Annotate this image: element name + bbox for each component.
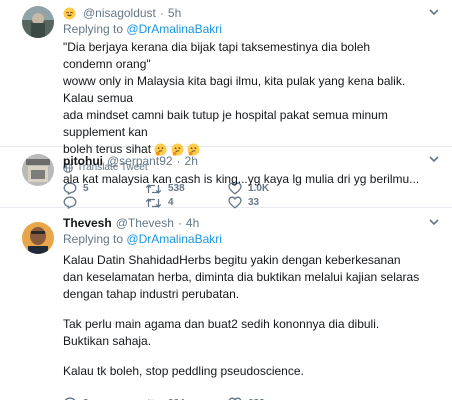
tweet-line: "Dia berjaya kerana dia bijak tapi takse…: [63, 40, 371, 71]
timestamp[interactable]: 4h: [186, 216, 199, 230]
retweet-icon: [145, 197, 162, 208]
chevron-down-icon[interactable]: [428, 6, 440, 18]
tweet-line: woww only in Malaysia kita bagi ilmu, ki…: [63, 74, 406, 105]
separator-dot: ·: [176, 154, 181, 168]
retweet-count: 4: [168, 197, 174, 208]
tweet-2[interactable]: pitohui @serpant92 · 2h ala kat malaysia…: [0, 147, 452, 209]
tweet-line: ada mindset camni baik tutup je hospital…: [63, 108, 388, 139]
chevron-down-icon[interactable]: [428, 216, 440, 228]
tweet-header: pitohui @serpant92 · 2h: [63, 154, 422, 168]
display-name[interactable]: pitohui: [63, 154, 103, 168]
user-handle[interactable]: @Thevesh: [116, 216, 174, 230]
separator-dot: ·: [177, 216, 182, 230]
mention-link[interactable]: @DrAmalinaBakri: [126, 232, 222, 246]
smiley-emoji-icon: [63, 6, 76, 20]
tweet-paragraph: Kalau Datin ShahidadHerbs begitu yakin d…: [63, 253, 420, 301]
tweet-paragraph: Kalau tk boleh, stop peddling pseudoscie…: [63, 364, 304, 378]
user-handle[interactable]: @nisagoldust: [83, 6, 156, 20]
replying-prefix: Replying to: [63, 22, 124, 36]
display-name[interactable]: Thevesh: [63, 216, 112, 230]
timestamp[interactable]: 5h: [168, 6, 181, 20]
tweet-line: ala kat malaysia kan cash is king...yg k…: [63, 172, 420, 186]
timestamp[interactable]: 2h: [185, 154, 198, 168]
tweet-header: @nisagoldust · 5h: [63, 6, 422, 20]
like-count: 33: [248, 197, 260, 208]
separator-dot: ·: [159, 6, 164, 20]
tweet-1[interactable]: @nisagoldust · 5h Replying to @DrAmalina…: [0, 0, 452, 195]
tweet-text: Kalau Datin ShahidadHerbs begitu yakin d…: [63, 252, 422, 380]
replying-to: Replying to @DrAmalinaBakri: [63, 232, 422, 246]
chevron-down-icon[interactable]: [428, 153, 440, 165]
mention-link[interactable]: @DrAmalinaBakri: [126, 22, 222, 36]
avatar[interactable]: [22, 222, 54, 254]
tweet-3[interactable]: Thevesh @Thevesh · 4h Replying to @DrAma…: [0, 208, 452, 400]
replying-prefix: Replying to: [63, 232, 124, 246]
user-handle[interactable]: @serpant92: [107, 154, 173, 168]
retweet-button[interactable]: 4: [145, 197, 228, 209]
replying-to: Replying to @DrAmalinaBakri: [63, 22, 422, 36]
tweet-text: ala kat malaysia kan cash is king...yg k…: [63, 171, 422, 188]
tweet-text: "Dia berjaya kerana dia bijak tapi takse…: [63, 39, 422, 158]
avatar[interactable]: [22, 154, 54, 186]
tweet-header: Thevesh @Thevesh · 4h: [63, 216, 422, 230]
tweet-paragraph: Tak perlu main agama dan buat2 sedih kon…: [63, 317, 380, 348]
avatar[interactable]: [22, 6, 54, 38]
